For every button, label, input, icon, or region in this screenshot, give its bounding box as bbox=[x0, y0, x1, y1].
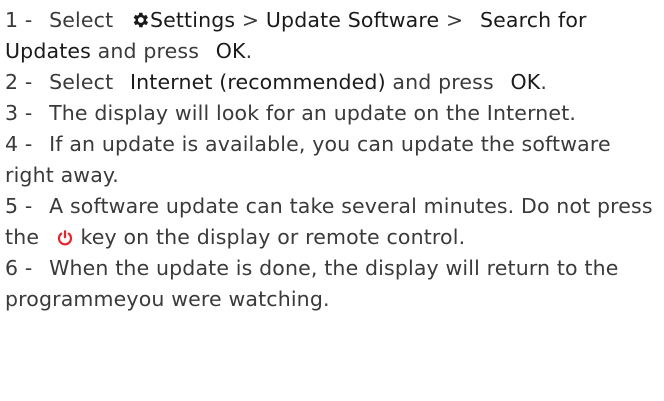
step-text: When the update is done, the display wil… bbox=[5, 256, 619, 311]
step-text: Select bbox=[49, 8, 114, 32]
step-3: 3 - The display will look for an update … bbox=[5, 98, 664, 129]
path-separator: > bbox=[241, 8, 260, 32]
step-text: and press bbox=[97, 39, 200, 63]
step-text: If an update is available, you can updat… bbox=[5, 132, 611, 187]
step-5: 5 - A software update can take several m… bbox=[5, 191, 664, 253]
step-text: key on the display or remote control. bbox=[80, 225, 466, 249]
key-ok: OK bbox=[510, 70, 541, 94]
step-number: 3 bbox=[5, 101, 19, 125]
menu-settings: Settings bbox=[149, 8, 236, 32]
period: . bbox=[540, 70, 548, 94]
step-separator: - bbox=[24, 101, 33, 125]
step-number: 6 bbox=[5, 256, 19, 280]
step-1: 1 - Select Settings > Update Software > … bbox=[5, 5, 664, 67]
step-separator: - bbox=[24, 8, 33, 32]
gear-icon bbox=[130, 10, 150, 30]
step-4: 4 - If an update is available, you can u… bbox=[5, 129, 664, 191]
step-number: 4 bbox=[5, 132, 19, 156]
step-text: The display will look for an update on t… bbox=[49, 101, 577, 125]
step-number: 5 bbox=[5, 194, 19, 218]
step-text: Select bbox=[49, 70, 114, 94]
option-internet: Internet (recommended) bbox=[129, 70, 386, 94]
step-2: 2 - Select Internet (recommended) and pr… bbox=[5, 67, 664, 98]
period: . bbox=[245, 39, 253, 63]
step-number: 1 bbox=[5, 8, 19, 32]
step-6: 6 - When the update is done, the display… bbox=[5, 253, 664, 315]
menu-update-software: Update Software bbox=[265, 8, 440, 32]
step-separator: - bbox=[24, 256, 33, 280]
instruction-list: 1 - Select Settings > Update Software > … bbox=[0, 0, 664, 401]
step-separator: - bbox=[24, 132, 33, 156]
path-separator: > bbox=[445, 8, 464, 32]
step-text: and press bbox=[392, 70, 494, 94]
key-ok: OK bbox=[215, 39, 246, 63]
step-separator: - bbox=[24, 70, 33, 94]
step-number: 2 bbox=[5, 70, 19, 94]
step-separator: - bbox=[24, 194, 33, 218]
power-icon bbox=[56, 229, 74, 247]
